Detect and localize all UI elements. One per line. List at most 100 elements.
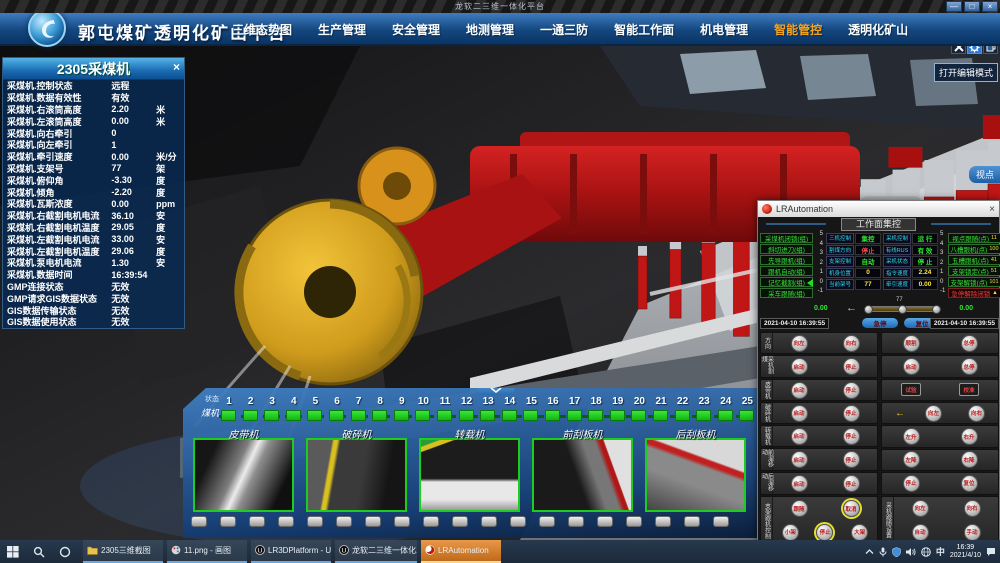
support-thumb[interactable] bbox=[307, 516, 323, 527]
support-thumb[interactable] bbox=[336, 516, 352, 527]
hmi-round-button[interactable]: 向左 bbox=[791, 335, 808, 352]
nav-item[interactable]: 生产管理 bbox=[318, 21, 366, 38]
support-status-box[interactable] bbox=[739, 410, 754, 421]
lr-point-button[interactable]: 支架锁定(点)51 bbox=[948, 266, 1000, 276]
close-button[interactable]: × bbox=[982, 1, 998, 12]
support-status-box[interactable] bbox=[286, 410, 301, 421]
support-status-box[interactable] bbox=[523, 410, 538, 421]
lr-group-button[interactable]: 跟机自动(组) bbox=[760, 266, 813, 276]
support-status-box[interactable] bbox=[502, 410, 517, 421]
ime-indicator[interactable]: 中 bbox=[936, 545, 945, 558]
minimize-button[interactable]: — bbox=[946, 1, 962, 12]
microphone-icon[interactable] bbox=[879, 547, 887, 557]
hmi-round-button[interactable]: 向左 bbox=[925, 405, 942, 422]
hmi-round-button[interactable]: 总停 bbox=[961, 335, 978, 352]
panel-close-icon[interactable]: × bbox=[173, 60, 180, 74]
hmi-round-button[interactable]: 启动 bbox=[791, 428, 808, 445]
support-thumb[interactable] bbox=[481, 516, 497, 527]
hmi-round-button[interactable]: 向右 bbox=[968, 405, 985, 422]
open-edit-mode-button[interactable]: 打开编辑模式 bbox=[934, 63, 998, 82]
hmi-round-button[interactable]: 左降 bbox=[903, 451, 920, 468]
lr-point-button[interactable]: 视点跟随(点)11 bbox=[948, 233, 1000, 243]
support-status-box[interactable] bbox=[415, 410, 430, 421]
nav-item[interactable]: 透明化矿山 bbox=[848, 21, 908, 38]
maximize-button[interactable]: □ bbox=[964, 1, 980, 12]
support-thumb[interactable] bbox=[394, 516, 410, 527]
support-status-box[interactable] bbox=[696, 410, 711, 421]
hmi-round-button[interactable]: 向右 bbox=[964, 500, 981, 517]
support-status-box[interactable] bbox=[631, 410, 646, 421]
taskbar-app[interactable]: U龙软二三维一体化... bbox=[335, 540, 417, 563]
speaker-icon[interactable] bbox=[906, 547, 916, 557]
hmi-round-button[interactable]: 启动 bbox=[791, 358, 808, 375]
lr-point-button[interactable]: 八槽跟机(点)100 bbox=[948, 244, 1000, 254]
support-thumb[interactable] bbox=[684, 516, 700, 527]
hmi-round-button[interactable]: 停止 bbox=[816, 524, 833, 541]
security-shield-icon[interactable] bbox=[892, 547, 901, 557]
support-thumb[interactable] bbox=[249, 516, 265, 527]
support-status-box[interactable] bbox=[437, 410, 452, 421]
nav-item[interactable]: 一通三防 bbox=[540, 21, 588, 38]
nav-item[interactable]: 智能工作面 bbox=[614, 21, 674, 38]
support-status-box[interactable] bbox=[588, 410, 603, 421]
network-globe-icon[interactable] bbox=[921, 547, 931, 557]
hmi-round-button[interactable]: 手动 bbox=[964, 524, 981, 541]
support-status-box[interactable] bbox=[243, 410, 258, 421]
support-status-box[interactable] bbox=[545, 410, 560, 421]
search-icon[interactable] bbox=[26, 540, 52, 563]
nav-item[interactable]: 安全管理 bbox=[392, 21, 440, 38]
hmi-round-button[interactable]: 启动 bbox=[791, 382, 808, 399]
support-thumb[interactable] bbox=[510, 516, 526, 527]
support-status-box[interactable] bbox=[329, 410, 344, 421]
estop-pill-button[interactable]: 急停 bbox=[862, 318, 898, 328]
hmi-round-button[interactable]: 启动 bbox=[791, 475, 808, 492]
taskbar-app[interactable]: LRAutomation bbox=[421, 540, 501, 563]
hmi-round-button[interactable]: 试验 bbox=[901, 383, 921, 396]
support-status-box[interactable] bbox=[394, 410, 409, 421]
support-status-box[interactable] bbox=[307, 410, 322, 421]
estop-unlock-button[interactable]: 急停解除闭锁▲ bbox=[948, 288, 1000, 298]
start-button[interactable] bbox=[0, 540, 26, 563]
lr-group-button[interactable]: 采煤机闭锁(组) bbox=[760, 233, 813, 243]
hmi-round-button[interactable]: 停止 bbox=[843, 382, 860, 399]
hmi-round-button[interactable]: 停止 bbox=[843, 405, 860, 422]
hmi-round-button[interactable]: 停止 bbox=[843, 475, 860, 492]
support-thumb[interactable] bbox=[626, 516, 642, 527]
hmi-round-button[interactable]: 向左 bbox=[912, 500, 929, 517]
support-status-box[interactable] bbox=[675, 410, 690, 421]
support-status-box[interactable] bbox=[221, 410, 236, 421]
hmi-round-button[interactable]: 右降 bbox=[961, 451, 978, 468]
lr-point-button[interactable]: 支架解锁(点)101 bbox=[948, 277, 1000, 287]
hmi-round-button[interactable]: 停止 bbox=[903, 475, 920, 492]
taskbar-app[interactable]: 2305三维截图 bbox=[83, 540, 163, 563]
lr-point-button[interactable]: 五槽跟机(点)41 bbox=[948, 255, 1000, 265]
hmi-round-button[interactable]: 总停 bbox=[961, 358, 978, 375]
support-thumb[interactable] bbox=[191, 516, 207, 527]
taskbar-clock[interactable]: 16:392021/4/10 bbox=[950, 544, 981, 560]
tray-chevron-icon[interactable] bbox=[865, 548, 874, 556]
nav-item[interactable]: 地测管理 bbox=[466, 21, 514, 38]
support-thumb[interactable] bbox=[278, 516, 294, 527]
hmi-round-button[interactable]: 大架 bbox=[851, 524, 868, 541]
hmi-round-button[interactable]: 停止 bbox=[843, 451, 860, 468]
taskbar-app[interactable]: ULR3DPlatform - U... bbox=[251, 540, 331, 563]
support-status-box[interactable] bbox=[610, 410, 625, 421]
support-status-box[interactable] bbox=[653, 410, 668, 421]
support-thumb[interactable] bbox=[452, 516, 468, 527]
support-thumb[interactable] bbox=[423, 516, 439, 527]
lr-group-button[interactable]: 先导跟机(组) bbox=[760, 255, 813, 265]
support-status-box[interactable] bbox=[351, 410, 366, 421]
support-thumb[interactable] bbox=[365, 516, 381, 527]
viewpoint-tab[interactable]: 视点 bbox=[969, 166, 1000, 183]
hmi-round-button[interactable]: 右升 bbox=[961, 428, 978, 445]
camera-feed[interactable] bbox=[419, 438, 520, 512]
lr-close-icon[interactable]: × bbox=[989, 204, 995, 215]
support-thumb[interactable] bbox=[713, 516, 729, 527]
lr-titlebar[interactable]: LRAutomation × bbox=[758, 201, 999, 217]
support-thumb[interactable] bbox=[220, 516, 236, 527]
hmi-round-button[interactable]: 跟随 bbox=[791, 500, 808, 517]
action-center-icon[interactable] bbox=[986, 547, 996, 557]
hmi-round-button[interactable]: 复位 bbox=[961, 475, 978, 492]
hmi-round-button[interactable]: 校准 bbox=[959, 383, 979, 396]
support-thumb[interactable] bbox=[597, 516, 613, 527]
